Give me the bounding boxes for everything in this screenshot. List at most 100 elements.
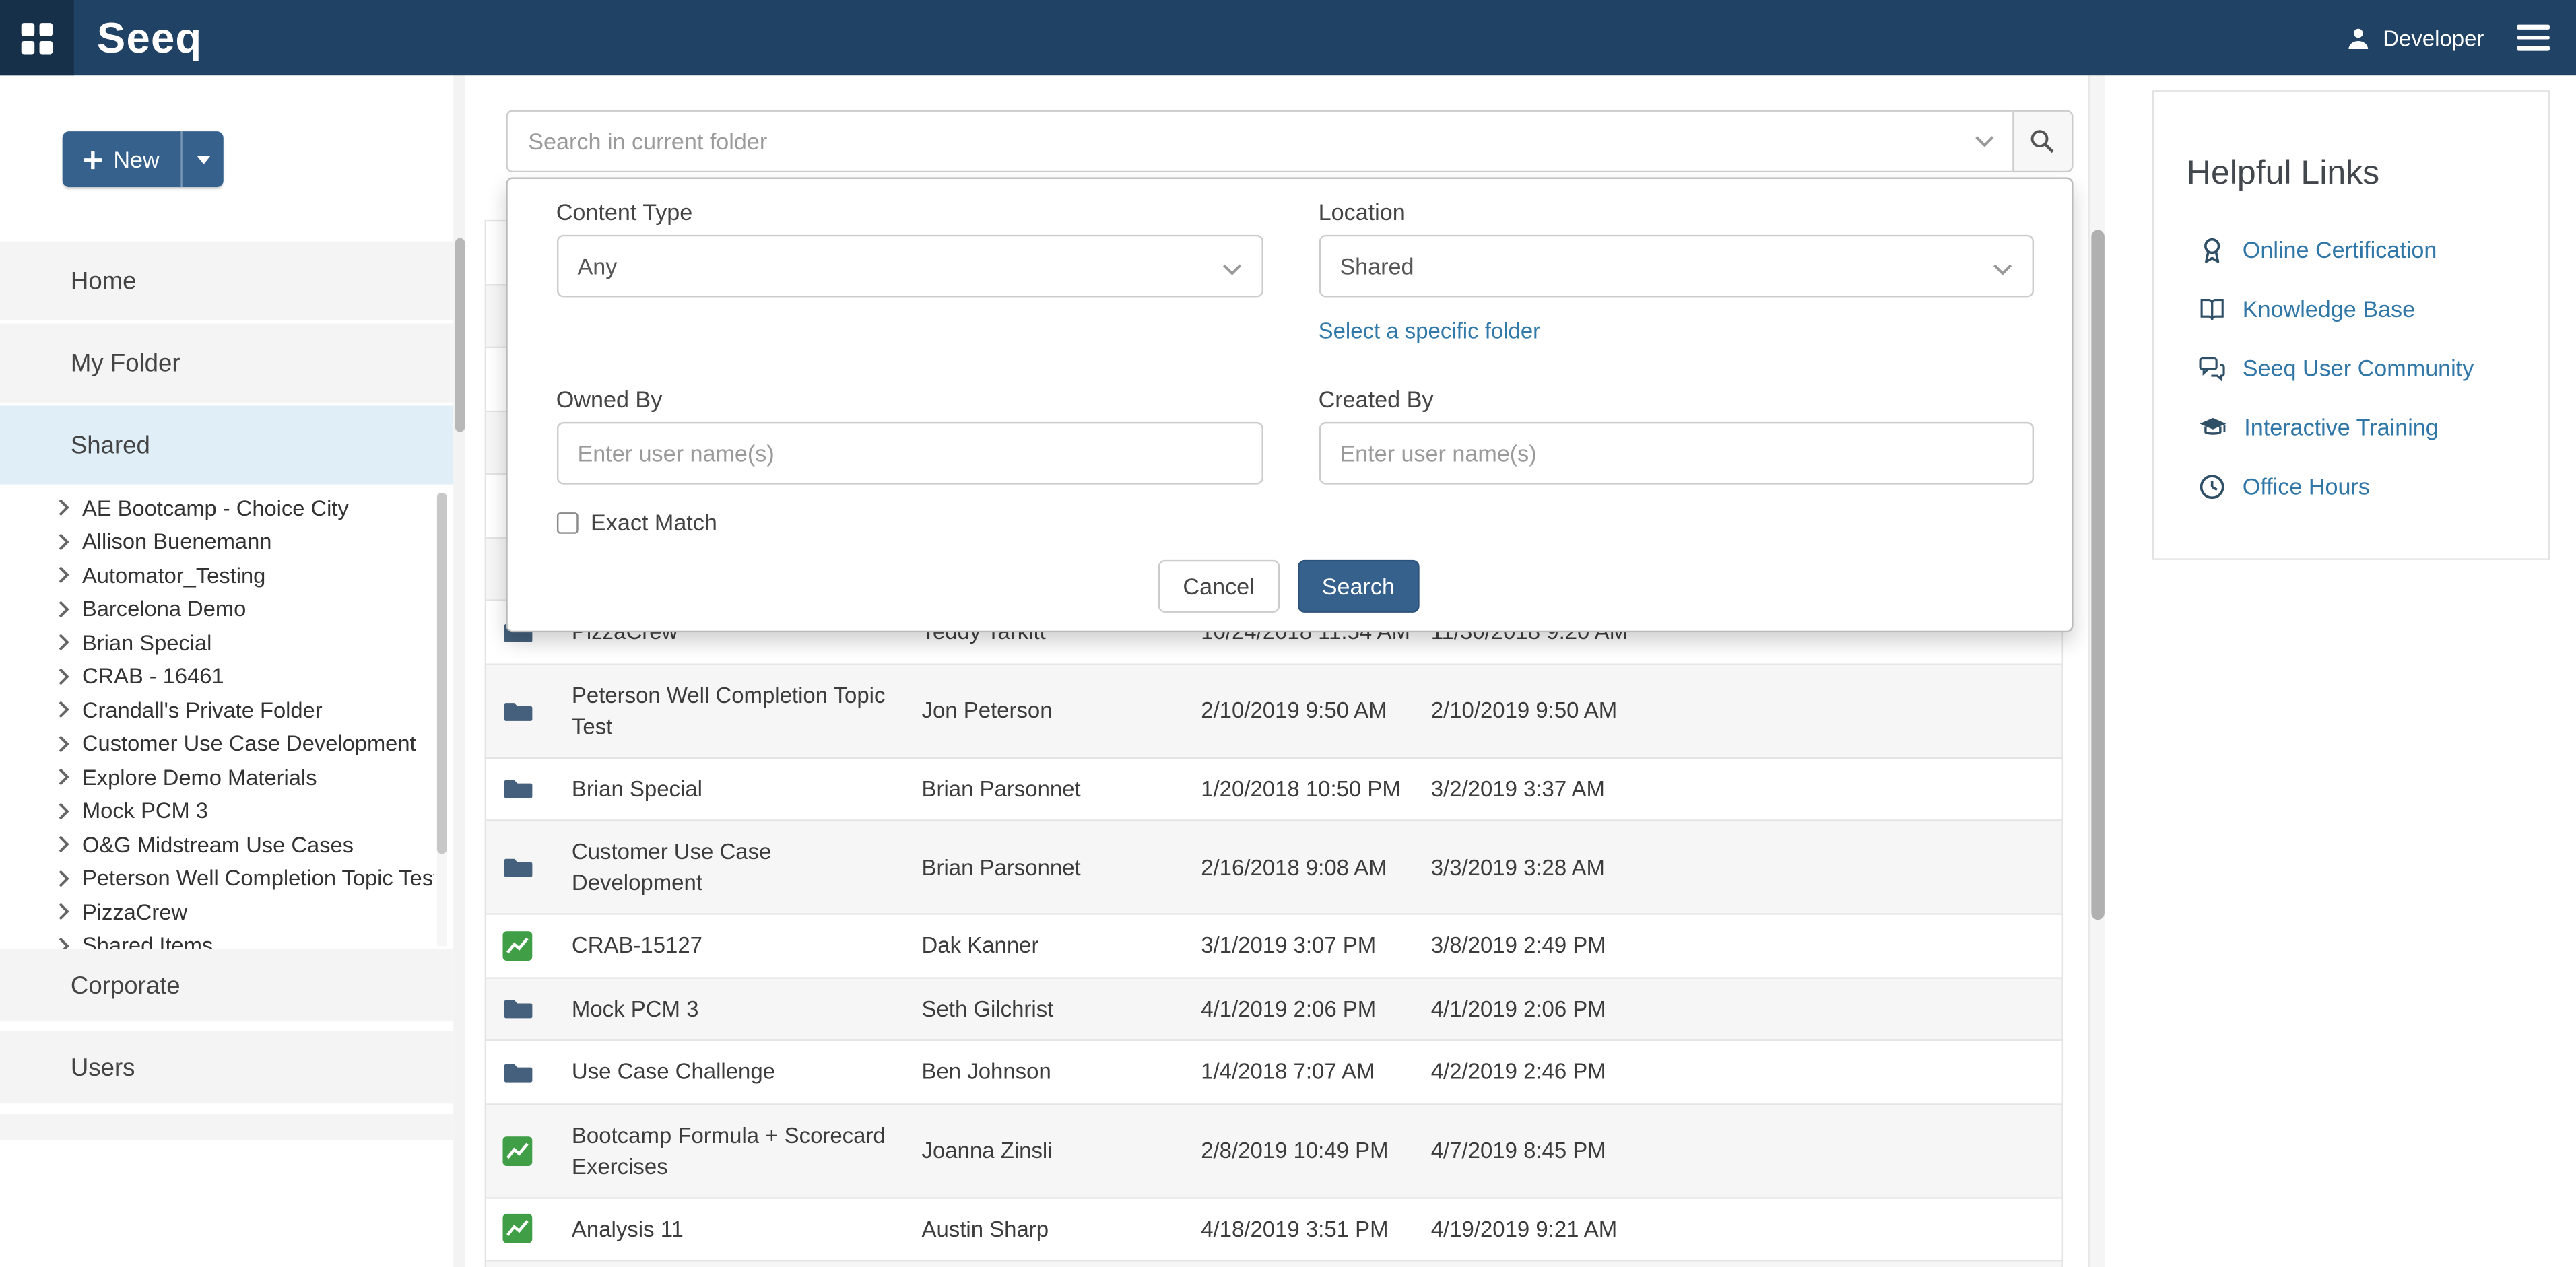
chevron-right-icon[interactable]	[57, 868, 71, 888]
sidebar-scrollbar[interactable]	[453, 75, 465, 1267]
link-interactive-training[interactable]: Interactive Training	[2154, 397, 2548, 456]
app-switcher-button[interactable]	[0, 0, 74, 75]
sidebar-item-users[interactable]: Users	[0, 1031, 453, 1103]
item-name-link[interactable]: Peterson Well Completion Topic Test	[572, 664, 922, 757]
chevron-right-icon[interactable]	[57, 835, 71, 854]
item-created-at: 2/10/2019 9:50 AM	[1201, 698, 1431, 723]
folder-tree-item[interactable]: Automator_Testing	[0, 558, 434, 592]
chevron-right-icon[interactable]	[57, 734, 71, 753]
item-created-at: 1/4/2018 7:07 AM	[1201, 1060, 1431, 1085]
hamburger-menu-icon[interactable]	[2513, 18, 2553, 57]
table-row[interactable]: Brian Special Brian Parsonnet 1/20/2018 …	[486, 758, 2061, 821]
cancel-button[interactable]: Cancel	[1158, 560, 1280, 613]
item-name-link[interactable]: Brian Special	[572, 758, 922, 819]
chevron-right-icon[interactable]	[57, 532, 71, 551]
chevron-right-icon[interactable]	[57, 599, 71, 619]
created-by-input[interactable]	[1319, 422, 2033, 485]
search-submit-button[interactable]	[2012, 110, 2072, 172]
folder-tree-item[interactable]: Explore Demo Materials	[0, 760, 434, 794]
content-type-select[interactable]: Any	[556, 235, 1263, 298]
item-name-link[interactable]: Analysis 15	[572, 1262, 922, 1267]
chevron-down-icon	[1222, 263, 1241, 276]
table-row[interactable]: Mock PCM 3 Seth Gilchrist 4/1/2019 2:06 …	[486, 978, 2061, 1041]
sidebar-scrollbar-thumb[interactable]	[454, 238, 464, 432]
link-knowledge-base[interactable]: Knowledge Base	[2154, 279, 2548, 339]
table-row[interactable]: CRAB-15127 Dak Kanner 3/1/2019 3:07 PM 3…	[486, 915, 2061, 978]
chevron-right-icon[interactable]	[57, 767, 71, 787]
folder-tree-item[interactable]: Allison Buenemann	[0, 524, 434, 558]
exact-match-checkbox[interactable]: Exact Match	[556, 509, 717, 535]
checkbox-icon[interactable]	[556, 512, 578, 533]
folder-tree-item-label: Crandall's Private Folder	[82, 697, 323, 722]
sidebar-item-shared[interactable]: Shared	[0, 406, 453, 485]
folder-tree-item[interactable]: Barcelona Demo	[0, 592, 434, 625]
folder-tree-item[interactable]: Crandall's Private Folder	[0, 693, 434, 726]
chevron-right-icon[interactable]	[57, 666, 71, 686]
sidebar-item-label: Home	[71, 267, 137, 294]
user-menu[interactable]: Developer	[2347, 26, 2484, 50]
chevron-right-icon[interactable]	[57, 498, 71, 518]
main-scrollbar[interactable]	[2088, 75, 2104, 1267]
chevron-right-icon[interactable]	[57, 801, 71, 821]
folder-tree-item-label: Automator_Testing	[82, 563, 265, 588]
folder-tree-item[interactable]: PizzaCrew	[0, 895, 434, 928]
tree-scrollbar[interactable]	[437, 493, 447, 946]
table-row[interactable]: Customer Use Case Development Brian Pars…	[486, 821, 2061, 915]
helpful-link-label: Knowledge Base	[2243, 296, 2415, 322]
folder-tree-item[interactable]: AE Bootcamp - Choice City	[0, 491, 434, 524]
grid-icon	[22, 22, 53, 53]
item-name-link[interactable]: Mock PCM 3	[572, 978, 922, 1039]
folder-tree-item[interactable]: Brian Special	[0, 625, 434, 659]
chevron-right-icon[interactable]	[57, 700, 71, 720]
search-input[interactable]	[505, 110, 2012, 172]
item-name-link[interactable]: Bootcamp Formula + Scorecard Exercises	[572, 1105, 922, 1197]
folder-tree-item[interactable]: O&G Midstream Use Cases	[0, 827, 434, 861]
sidebar-item-my-folder[interactable]: My Folder	[0, 324, 453, 403]
shared-folder-tree: AE Bootcamp - Choice City Allison Buenem…	[0, 491, 434, 949]
table-row[interactable]: Bootcamp Formula + Scorecard Exercises J…	[486, 1105, 2061, 1198]
folder-tree-item-label: Brian Special	[82, 630, 211, 655]
item-updated-at: 2/10/2019 9:50 AM	[1431, 698, 2061, 723]
sidebar-item-home[interactable]: Home	[0, 242, 453, 320]
item-name-link[interactable]: Analysis 11	[572, 1198, 922, 1259]
table-row[interactable]: Use Case Challenge Ben Johnson 1/4/2018 …	[486, 1041, 2061, 1105]
owned-by-label: Owned By	[556, 386, 663, 412]
location-select[interactable]: Shared	[1319, 235, 2033, 298]
folder-tree-item[interactable]: Shared Items	[0, 928, 434, 949]
main-scrollbar-thumb[interactable]	[2091, 230, 2105, 920]
folder-tree-item[interactable]: Mock PCM 3	[0, 794, 434, 827]
chevron-right-icon[interactable]	[57, 633, 71, 652]
seeq-app: Seeq Developer New H	[0, 0, 2576, 1267]
chevron-down-icon[interactable]	[1974, 135, 1993, 148]
item-updated-at: 3/3/2019 3:28 AM	[1431, 855, 2061, 880]
link-seeq-user-community[interactable]: Seeq User Community	[2154, 339, 2548, 398]
table-row[interactable]: Peterson Well Completion Topic Test Jon …	[486, 664, 2061, 758]
owned-by-input[interactable]	[556, 422, 1263, 485]
sidebar-item-corporate[interactable]: Corporate	[0, 949, 453, 1021]
chevron-right-icon[interactable]	[57, 566, 71, 585]
new-button-dropdown[interactable]	[180, 131, 223, 187]
link-online-certification[interactable]: Online Certification	[2154, 220, 2548, 279]
select-specific-folder-link[interactable]: Select a specific folder	[1319, 318, 1541, 343]
search-button[interactable]: Search	[1297, 560, 1419, 613]
link-office-hours[interactable]: Office Hours	[2154, 456, 2548, 516]
book-icon	[2198, 295, 2226, 322]
folder-tree-item[interactable]: Customer Use Case Development	[0, 726, 434, 760]
item-name-link[interactable]: Use Case Challenge	[572, 1041, 922, 1102]
folder-tree-item[interactable]: Peterson Well Completion Topic Test	[0, 861, 434, 895]
sidebar-nav: Home My Folder Shared	[0, 242, 453, 485]
new-button-label: New	[113, 146, 159, 172]
table-row[interactable]: Analysis 11 Austin Sharp 4/18/2019 3:51 …	[486, 1198, 2061, 1262]
tree-scrollbar-thumb[interactable]	[437, 493, 447, 854]
item-name-link[interactable]: Customer Use Case Development	[572, 821, 922, 914]
helpful-links-list: Online Certification Knowledge Base Seeq…	[2154, 220, 2548, 516]
folder-tree-item[interactable]: CRAB - 16461	[0, 659, 434, 693]
sidebar-item-label: My Folder	[71, 349, 180, 376]
chevron-right-icon[interactable]	[57, 936, 71, 949]
item-created-at: 1/20/2018 10:50 PM	[1201, 776, 1431, 801]
new-button[interactable]: New	[63, 131, 224, 187]
item-name-link[interactable]: CRAB-15127	[572, 915, 922, 975]
folder-tree-item-label: Mock PCM 3	[82, 798, 208, 823]
chevron-right-icon[interactable]	[57, 902, 71, 922]
table-row[interactable]: Analysis 15 Austin Sharp 4/24/2019 2:50 …	[486, 1261, 2061, 1267]
